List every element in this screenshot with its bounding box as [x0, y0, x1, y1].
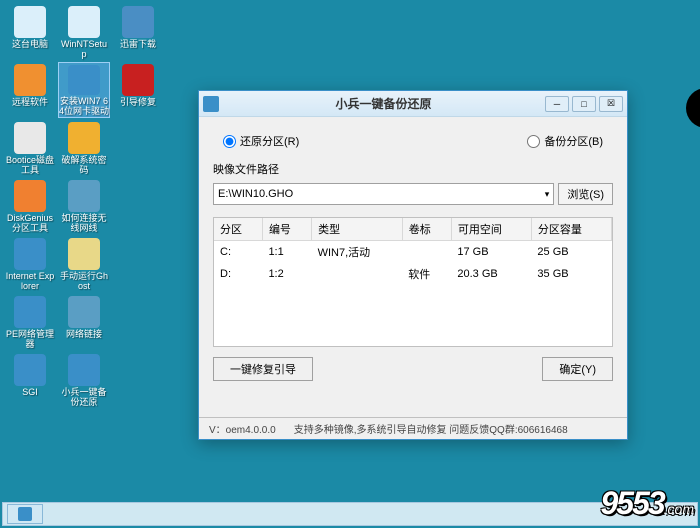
restore-radio-input[interactable] — [223, 135, 236, 148]
backup-radio-input[interactable] — [527, 135, 540, 148]
desktop-icon-label: 安装WIN7 64位网卡驱动 — [59, 97, 109, 117]
app-window: 小兵一键备份还原 ─ □ ☒ 还原分区(R) 备份分区(B) 映像文件路径 E:… — [198, 90, 628, 440]
decorative-circle — [686, 88, 700, 128]
desktop-icon-label: 引导修复 — [120, 98, 156, 108]
chevron-down-icon: ▾ — [545, 189, 550, 200]
taskbar-app-icon — [18, 507, 32, 521]
desktop-icon-Internet Explorer[interactable]: Internet Explorer — [4, 236, 56, 292]
desktop-icon-DiskGenius分区工具[interactable]: DiskGenius分区工具 — [4, 178, 56, 234]
image-path-label: 映像文件路径 — [213, 161, 613, 177]
desktop-icon-label: 小兵一键备份还原 — [59, 388, 109, 408]
app-icon — [14, 6, 46, 38]
desktop-icon-破解系统密码[interactable]: 破解系统密码 — [58, 120, 110, 176]
table-row[interactable]: D:1:2软件20.3 GB35 GB — [214, 263, 612, 285]
desktop-icon-SGI[interactable]: SGI — [4, 352, 56, 408]
app-icon — [68, 6, 100, 38]
app-icon — [203, 96, 219, 112]
app-icon — [68, 180, 100, 212]
table-header[interactable]: 编号 — [262, 218, 311, 241]
app-icon — [68, 122, 100, 154]
desktop-icon-label: 远程软件 — [12, 98, 48, 108]
app-icon — [68, 296, 100, 328]
desktop-icon-WinNTSetup[interactable]: WinNTSetup — [58, 4, 110, 60]
desktop-icon-网络链接[interactable]: 网络链接 — [58, 294, 110, 350]
backup-partition-radio[interactable]: 备份分区(B) — [527, 133, 603, 149]
repair-boot-button[interactable]: 一键修复引导 — [213, 357, 313, 381]
table-row[interactable]: C:1:1WIN7,活动17 GB25 GB — [214, 241, 612, 264]
app-icon — [68, 238, 100, 270]
table-header[interactable]: 分区 — [214, 218, 262, 241]
desktop-icon-label: Bootice磁盘工具 — [5, 156, 55, 176]
app-icon — [14, 122, 46, 154]
version-text: V：oem4.0.0.0 — [209, 421, 276, 436]
app-icon — [14, 296, 46, 328]
desktop-icon-迅雷下载[interactable]: 迅雷下载 — [112, 4, 164, 60]
desktop-icon-安装WIN7 64位网卡驱动[interactable]: 安装WIN7 64位网卡驱动 — [58, 62, 110, 118]
desktop-icon-label: 破解系统密码 — [59, 156, 109, 176]
desktop-icon-label: 如何连接无线网线 — [59, 214, 109, 234]
table-header[interactable]: 卷标 — [402, 218, 451, 241]
desktop-icon-label: 这台电脑 — [12, 40, 48, 50]
table-header[interactable]: 分区容量 — [531, 218, 611, 241]
statusbar: V：oem4.0.0.0 支持多种镜像,多系统引导自动修复 问题反馈QQ群:60… — [199, 417, 627, 439]
taskbar-app-item[interactable] — [7, 504, 43, 524]
desktop-icon-label: SGI — [22, 388, 38, 398]
taskbar[interactable] — [2, 502, 698, 526]
desktop-icon-Bootice磁盘工具[interactable]: Bootice磁盘工具 — [4, 120, 56, 176]
table-header[interactable]: 类型 — [312, 218, 403, 241]
desktop-icon-小兵一键备份还原[interactable]: 小兵一键备份还原 — [58, 352, 110, 408]
image-path-select[interactable]: E:\WIN10.GHO ▾ — [213, 183, 554, 205]
desktop-icon-label: DiskGenius分区工具 — [5, 214, 55, 234]
watermark: 9553.com — [600, 485, 694, 522]
app-icon — [14, 180, 46, 212]
desktop-icon-label: PE网络管理器 — [5, 330, 55, 350]
app-icon — [68, 354, 100, 386]
desktop-icon-label: WinNTSetup — [59, 40, 109, 60]
app-icon — [14, 64, 46, 96]
table-header[interactable]: 可用空间 — [451, 218, 531, 241]
app-icon — [122, 64, 154, 96]
browse-button[interactable]: 浏览(S) — [558, 183, 613, 205]
desktop-icon-远程软件[interactable]: 远程软件 — [4, 62, 56, 118]
app-icon — [14, 354, 46, 386]
app-icon — [122, 6, 154, 38]
desktop-icon-引导修复[interactable]: 引导修复 — [112, 62, 164, 118]
confirm-button[interactable]: 确定(Y) — [542, 357, 613, 381]
maximize-button[interactable]: □ — [572, 96, 596, 112]
partition-table: 分区编号类型卷标可用空间分区容量 C:1:1WIN7,活动17 GB25 GBD… — [213, 217, 613, 347]
desktop-icon-label: 迅雷下载 — [120, 40, 156, 50]
desktop-icon-label: 手动运行Ghost — [59, 272, 109, 292]
desktop-icon-手动运行Ghost[interactable]: 手动运行Ghost — [58, 236, 110, 292]
titlebar[interactable]: 小兵一键备份还原 ─ □ ☒ — [199, 91, 627, 117]
desktop-icon-label: Internet Explorer — [5, 272, 55, 292]
window-title: 小兵一键备份还原 — [225, 95, 542, 112]
desktop-icon-如何连接无线网线[interactable]: 如何连接无线网线 — [58, 178, 110, 234]
desktop-icon-label: 网络链接 — [66, 330, 102, 340]
restore-partition-radio[interactable]: 还原分区(R) — [223, 133, 299, 149]
desktop-icon-PE网络管理器[interactable]: PE网络管理器 — [4, 294, 56, 350]
app-icon — [68, 65, 100, 95]
close-button[interactable]: ☒ — [599, 96, 623, 112]
minimize-button[interactable]: ─ — [545, 96, 569, 112]
status-info-text: 支持多种镜像,多系统引导自动修复 问题反馈QQ群:606616468 — [294, 421, 568, 436]
desktop-icon-这台电脑[interactable]: 这台电脑 — [4, 4, 56, 60]
app-icon — [14, 238, 46, 270]
